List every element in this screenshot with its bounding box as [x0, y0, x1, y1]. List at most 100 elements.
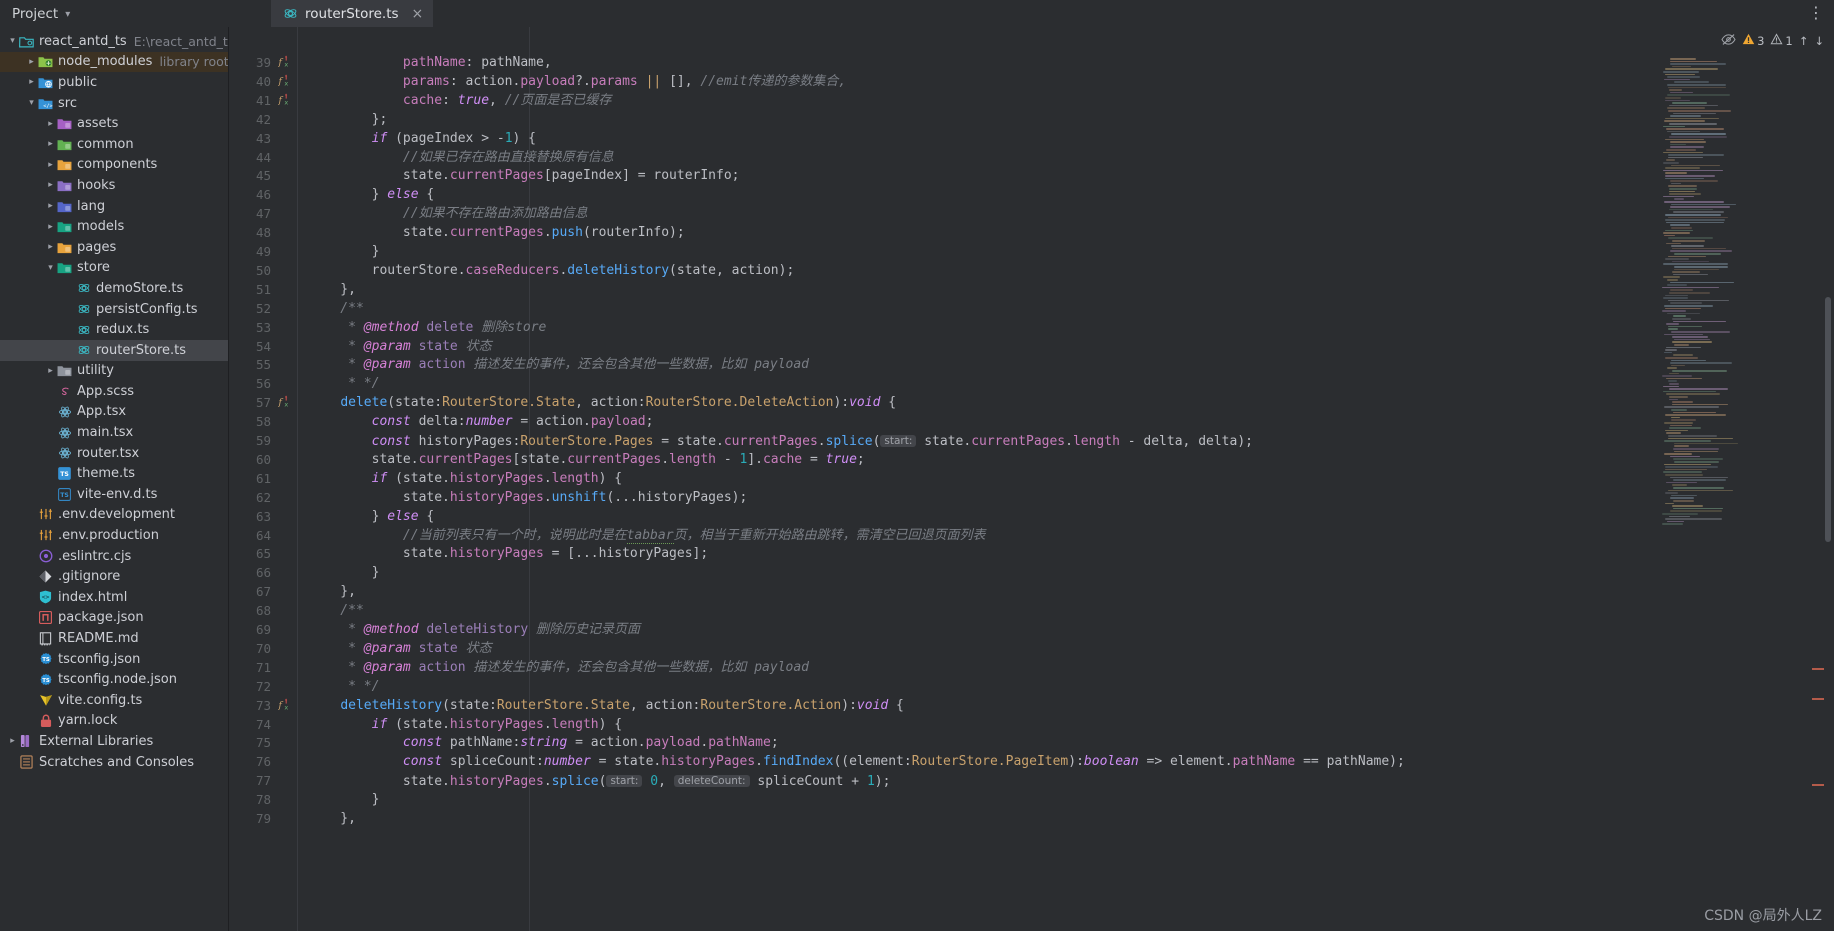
- code-line-text[interactable]: //如果不存在路由添加路由信息: [309, 205, 588, 224]
- inspection-widget[interactable]: 3 1 ↑ ↓: [1529, 27, 1834, 54]
- tree-item-pages[interactable]: pages: [0, 237, 229, 258]
- tree-item-vite-config-ts[interactable]: vite.config.ts: [0, 690, 229, 711]
- tree-item-app-scss[interactable]: App.scss: [0, 381, 229, 402]
- code-line-text[interactable]: * @param state 状态: [309, 338, 491, 357]
- gutter-function-icon[interactable]: f x: [277, 73, 291, 92]
- code-line[interactable]: 77 state.historyPages.splice(start: 0, d…: [229, 772, 1834, 791]
- tree-item-node-modules[interactable]: node_modules library root: [0, 51, 229, 73]
- tree-item-yarn-lock[interactable]: yarn.lock: [0, 711, 229, 732]
- chevron-down-icon[interactable]: [44, 263, 57, 273]
- code-line-text[interactable]: pathName: pathName,: [309, 54, 552, 73]
- code-line-text[interactable]: state.historyPages.splice(start: 0, dele…: [309, 772, 891, 792]
- tree-item-models[interactable]: models: [0, 216, 229, 237]
- code-line[interactable]: 63 } else {: [229, 508, 1834, 527]
- eye-off-icon[interactable]: [1721, 33, 1736, 49]
- weak-warning-count-group[interactable]: 1: [1770, 33, 1793, 48]
- code-line[interactable]: 45 state.currentPages[pageIndex] = route…: [229, 167, 1834, 186]
- code-line[interactable]: 71 * @param action 描述发生的事件，还会包含其他一些数据，比如…: [229, 659, 1834, 678]
- editor-surface[interactable]: 39 f x pathName: pathName, 40 f x params:…: [229, 27, 1834, 931]
- code-line[interactable]: 59 const historyPages:RouterStore.Pages …: [229, 432, 1834, 451]
- code-line-text[interactable]: }: [309, 791, 380, 810]
- vertical-dots-icon[interactable]: ⋮: [1808, 3, 1824, 23]
- code-line[interactable]: 41 f x cache: true, //页面是否已缓存: [229, 92, 1834, 111]
- tree-item-external-libraries[interactable]: External Libraries: [0, 731, 229, 752]
- code-line-text[interactable]: },: [309, 583, 356, 602]
- code-line-text[interactable]: const delta:number = action.payload;: [309, 413, 654, 432]
- scrollbar-thumb[interactable]: [1825, 297, 1831, 542]
- code-line[interactable]: 78 }: [229, 791, 1834, 810]
- tree-item-main-tsx[interactable]: main.tsx: [0, 422, 229, 443]
- chevron-right-icon[interactable]: [6, 736, 19, 746]
- chevron-right-icon[interactable]: [44, 180, 57, 190]
- code-line-text[interactable]: }: [309, 564, 380, 583]
- tree-item-tsconfig-node-json[interactable]: TS tsconfig.node.json: [0, 669, 229, 690]
- code-line-text[interactable]: const spliceCount:number = state.history…: [309, 753, 1405, 772]
- code-line[interactable]: 47 //如果不存在路由添加路由信息: [229, 205, 1834, 224]
- code-line[interactable]: 66 }: [229, 564, 1834, 583]
- code-line-text[interactable]: },: [309, 810, 356, 829]
- code-line[interactable]: 70 * @param state 状态: [229, 640, 1834, 659]
- code-line[interactable]: 51 },: [229, 281, 1834, 300]
- code-line-text[interactable]: * */: [309, 678, 379, 697]
- project-tree[interactable]: react_antd_ts E:\react_antd_ts node_modul…: [0, 27, 229, 931]
- code-line-text[interactable]: } else {: [309, 508, 435, 527]
- code-line-text[interactable]: } else {: [309, 186, 435, 205]
- code-line[interactable]: 61 if (state.historyPages.length) {: [229, 470, 1834, 489]
- code-line-text[interactable]: const historyPages:RouterStore.Pages = s…: [309, 432, 1253, 452]
- code-line-text[interactable]: const pathName:string = action.payload.p…: [309, 734, 779, 753]
- tree-item-store[interactable]: store: [0, 258, 229, 279]
- code-line[interactable]: 76 const spliceCount:number = state.hist…: [229, 753, 1834, 772]
- gutter-function-icon[interactable]: f x: [277, 394, 291, 413]
- tree-item-env-production[interactable]: .env.production: [0, 525, 229, 546]
- code-line[interactable]: 67 },: [229, 583, 1834, 602]
- code-line[interactable]: 42 };: [229, 111, 1834, 130]
- code-line[interactable]: 49 }: [229, 243, 1834, 262]
- tree-item-hooks[interactable]: hooks: [0, 175, 229, 196]
- code-line[interactable]: 46 } else {: [229, 186, 1834, 205]
- chevron-right-icon[interactable]: [25, 77, 38, 87]
- stripe-marker[interactable]: [1812, 668, 1824, 670]
- code-text[interactable]: 39 f x pathName: pathName, 40 f x params:…: [229, 27, 1834, 931]
- code-line[interactable]: 44 //如果已存在路由直接替换原有信息: [229, 149, 1834, 168]
- code-line-text[interactable]: if (state.historyPages.length) {: [309, 470, 622, 489]
- code-line-text[interactable]: if (pageIndex > -1) {: [309, 130, 536, 149]
- code-line[interactable]: 50 routerStore.caseReducers.deleteHistor…: [229, 262, 1834, 281]
- code-line[interactable]: 75 const pathName:string = action.payloa…: [229, 734, 1834, 753]
- code-line[interactable]: 74 if (state.historyPages.length) {: [229, 716, 1834, 735]
- code-line-text[interactable]: /**: [309, 300, 364, 319]
- tree-item-tsconfig-json[interactable]: TS tsconfig.json: [0, 649, 229, 670]
- chevron-right-icon[interactable]: [44, 119, 57, 129]
- code-line[interactable]: 69 * @method deleteHistory 删除历史记录页面: [229, 621, 1834, 640]
- code-line-text[interactable]: * @param state 状态: [309, 640, 491, 659]
- tree-item-react-antd-ts[interactable]: react_antd_ts E:\react_antd_ts: [0, 31, 229, 52]
- code-line-text[interactable]: state.historyPages.unshift(...historyPag…: [309, 489, 747, 508]
- code-line-text[interactable]: //当前列表只有一个时，说明此时是在tabbar页，相当于重新开始路由跳转，需清…: [309, 527, 986, 546]
- code-line[interactable]: 65 state.historyPages = [...historyPages…: [229, 545, 1834, 564]
- chevron-right-icon[interactable]: [44, 160, 57, 170]
- chevron-right-icon[interactable]: [44, 201, 57, 211]
- code-line[interactable]: 56 * */: [229, 375, 1834, 394]
- code-line[interactable]: 48 state.currentPages.push(routerInfo);: [229, 224, 1834, 243]
- code-line[interactable]: 55 * @param action 描述发生的事件，还会包含其他一些数据，比如…: [229, 356, 1834, 375]
- chevron-down-icon[interactable]: [6, 36, 19, 46]
- tree-item-demostore-ts[interactable]: demoStore.ts: [0, 278, 229, 299]
- code-line-text[interactable]: * */: [309, 375, 379, 394]
- previous-problem-icon[interactable]: ↑: [1799, 34, 1809, 48]
- tree-item-components[interactable]: components: [0, 155, 229, 176]
- code-line[interactable]: 68 /**: [229, 602, 1834, 621]
- tree-item-package-json[interactable]: package.json: [0, 608, 229, 629]
- code-line[interactable]: 58 const delta:number = action.payload;: [229, 413, 1834, 432]
- code-line-text[interactable]: cache: true, //页面是否已缓存: [309, 92, 611, 111]
- code-line[interactable]: 53 * @method delete 删除store: [229, 319, 1834, 338]
- tree-item-assets[interactable]: assets: [0, 113, 229, 134]
- code-line-text[interactable]: * @method delete 删除store: [309, 319, 546, 338]
- code-line[interactable]: 79 },: [229, 810, 1834, 829]
- code-line-text[interactable]: if (state.historyPages.length) {: [309, 716, 622, 735]
- gutter-function-icon[interactable]: f x: [277, 697, 291, 716]
- tree-item-common[interactable]: common: [0, 134, 229, 155]
- warning-count-group[interactable]: 3: [1742, 33, 1764, 48]
- chevron-right-icon[interactable]: [25, 57, 38, 67]
- next-problem-icon[interactable]: ↓: [1814, 34, 1824, 48]
- code-line-text[interactable]: params: action.payload?.params || [], //…: [309, 73, 846, 92]
- code-line-text[interactable]: routerStore.caseReducers.deleteHistory(s…: [309, 262, 795, 281]
